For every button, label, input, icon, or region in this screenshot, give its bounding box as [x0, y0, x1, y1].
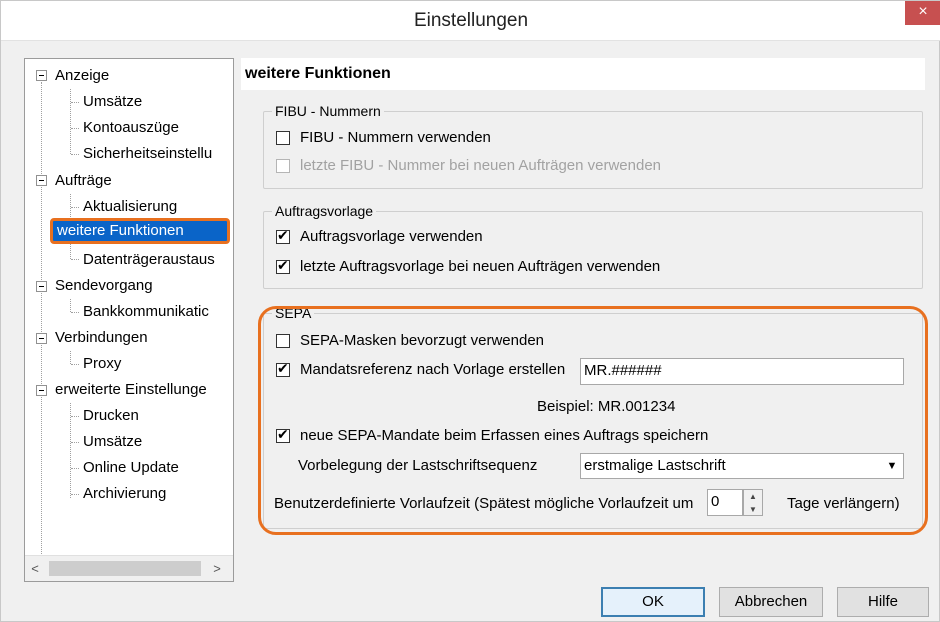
cancel-button[interactable]: Abbrechen: [719, 587, 823, 617]
tree-item-archivierung[interactable]: Archivierung: [83, 481, 166, 506]
collapse-icon[interactable]: [36, 281, 47, 292]
tree-item-proxy[interactable]: Proxy: [83, 351, 121, 376]
tree-item-sicherheitseinstellungen[interactable]: Sicherheitseinstellu: [83, 141, 212, 166]
settings-dialog: Einstellungen × Anzeige Umsätze Kontoaus…: [0, 0, 940, 622]
vorlage-last-checkbox[interactable]: [276, 258, 290, 274]
section-title: weitere Funktionen: [241, 58, 925, 90]
collapse-icon[interactable]: [36, 333, 47, 344]
vorlage-legend: Auftragsvorlage: [272, 203, 377, 219]
mandate-reference-checkbox[interactable]: [276, 361, 290, 377]
fibu-use-checkbox[interactable]: [276, 131, 290, 145]
settings-tree[interactable]: Anzeige Umsätze Kontoauszüge Sicherheits…: [24, 58, 234, 582]
leadtime-label: Benutzerdefinierte Vorlaufzeit (Spätest …: [274, 495, 694, 512]
vorlage-use-label[interactable]: Auftragsvorlage verwenden: [300, 228, 483, 246]
fibu-last-checkbox: [276, 159, 290, 173]
sequence-label: Vorbelegung der Lastschriftsequenz: [298, 457, 538, 474]
collapse-icon[interactable]: [36, 175, 47, 186]
tree-item-sendevorgang[interactable]: Sendevorgang: [55, 273, 153, 298]
tree-item-online-update[interactable]: Online Update: [83, 455, 179, 480]
collapse-icon[interactable]: [36, 70, 47, 81]
close-button[interactable]: ×: [905, 1, 940, 25]
scroll-right-icon[interactable]: >: [209, 560, 225, 577]
save-mandates-checkbox[interactable]: [276, 427, 290, 443]
tree-item-label: weitere Funktionen: [57, 222, 184, 239]
tree-item-anzeige[interactable]: Anzeige: [55, 63, 109, 88]
scrollbar-thumb[interactable]: [49, 561, 201, 576]
sequence-value: erstmalige Lastschrift: [584, 457, 726, 474]
tree-item-erweiterte-einstellungen[interactable]: erweiterte Einstellunge: [55, 377, 207, 402]
tree-item-weitere-funktionen[interactable]: weitere Funktionen: [50, 218, 230, 244]
fibu-group: FIBU - Nummern: [263, 103, 923, 189]
horizontal-scrollbar[interactable]: < >: [25, 555, 233, 581]
tree-item-umsaetze[interactable]: Umsätze: [83, 89, 142, 114]
vorlage-use-checkbox[interactable]: [276, 228, 290, 244]
leadtime-suffix: Tage verlängern): [787, 495, 900, 512]
save-mandates-label[interactable]: neue SEPA-Mandate beim Erfassen eines Au…: [300, 427, 708, 445]
title-bar: Einstellungen ×: [1, 1, 940, 41]
tree-item-umsaetze-2[interactable]: Umsätze: [83, 429, 142, 454]
tree-item-aktualisierung[interactable]: Aktualisierung: [83, 194, 177, 219]
fibu-use-label[interactable]: FIBU - Nummern verwenden: [300, 129, 491, 147]
collapse-icon[interactable]: [36, 385, 47, 396]
leadtime-spinner[interactable]: ▲ ▼: [743, 489, 763, 516]
sepa-legend: SEPA: [272, 305, 315, 321]
sequence-select[interactable]: erstmalige Lastschrift ▼: [580, 453, 904, 479]
tree-item-verbindungen[interactable]: Verbindungen: [55, 325, 148, 350]
fibu-last-label: letzte FIBU - Nummer bei neuen Aufträgen…: [300, 157, 662, 174]
mandate-reference-label[interactable]: Mandatsreferenz nach Vorlage erstellen: [300, 361, 565, 379]
fibu-legend: FIBU - Nummern: [272, 103, 384, 119]
sepa-masks-label[interactable]: SEPA-Masken bevorzugt verwenden: [300, 332, 544, 350]
vorlage-last-label[interactable]: letzte Auftragsvorlage bei neuen Aufträg…: [300, 258, 660, 276]
vorlage-group: Auftragsvorlage: [263, 203, 923, 289]
ok-button[interactable]: OK: [601, 587, 705, 617]
sepa-masks-checkbox[interactable]: [276, 334, 290, 348]
spin-down-icon[interactable]: ▼: [744, 503, 762, 516]
spin-up-icon[interactable]: ▲: [744, 490, 762, 503]
mandate-example: Beispiel: MR.001234: [537, 398, 676, 415]
tree-item-kontoauszuege[interactable]: Kontoauszüge: [83, 115, 179, 140]
window-title: Einstellungen: [413, 10, 529, 31]
scroll-left-icon[interactable]: <: [27, 560, 43, 577]
tree-item-bankkommunikation[interactable]: Bankkommunikatic: [83, 299, 209, 324]
tree-item-auftraege[interactable]: Aufträge: [55, 168, 112, 193]
chevron-down-icon[interactable]: ▼: [882, 455, 902, 477]
tree-item-datentraegeraustausch[interactable]: Datenträgeraustaus: [83, 247, 215, 272]
leadtime-input[interactable]: 0: [707, 489, 743, 516]
tree-item-drucken[interactable]: Drucken: [83, 403, 139, 428]
mandate-reference-input[interactable]: MR.######: [580, 358, 904, 385]
help-button[interactable]: Hilfe: [837, 587, 929, 617]
